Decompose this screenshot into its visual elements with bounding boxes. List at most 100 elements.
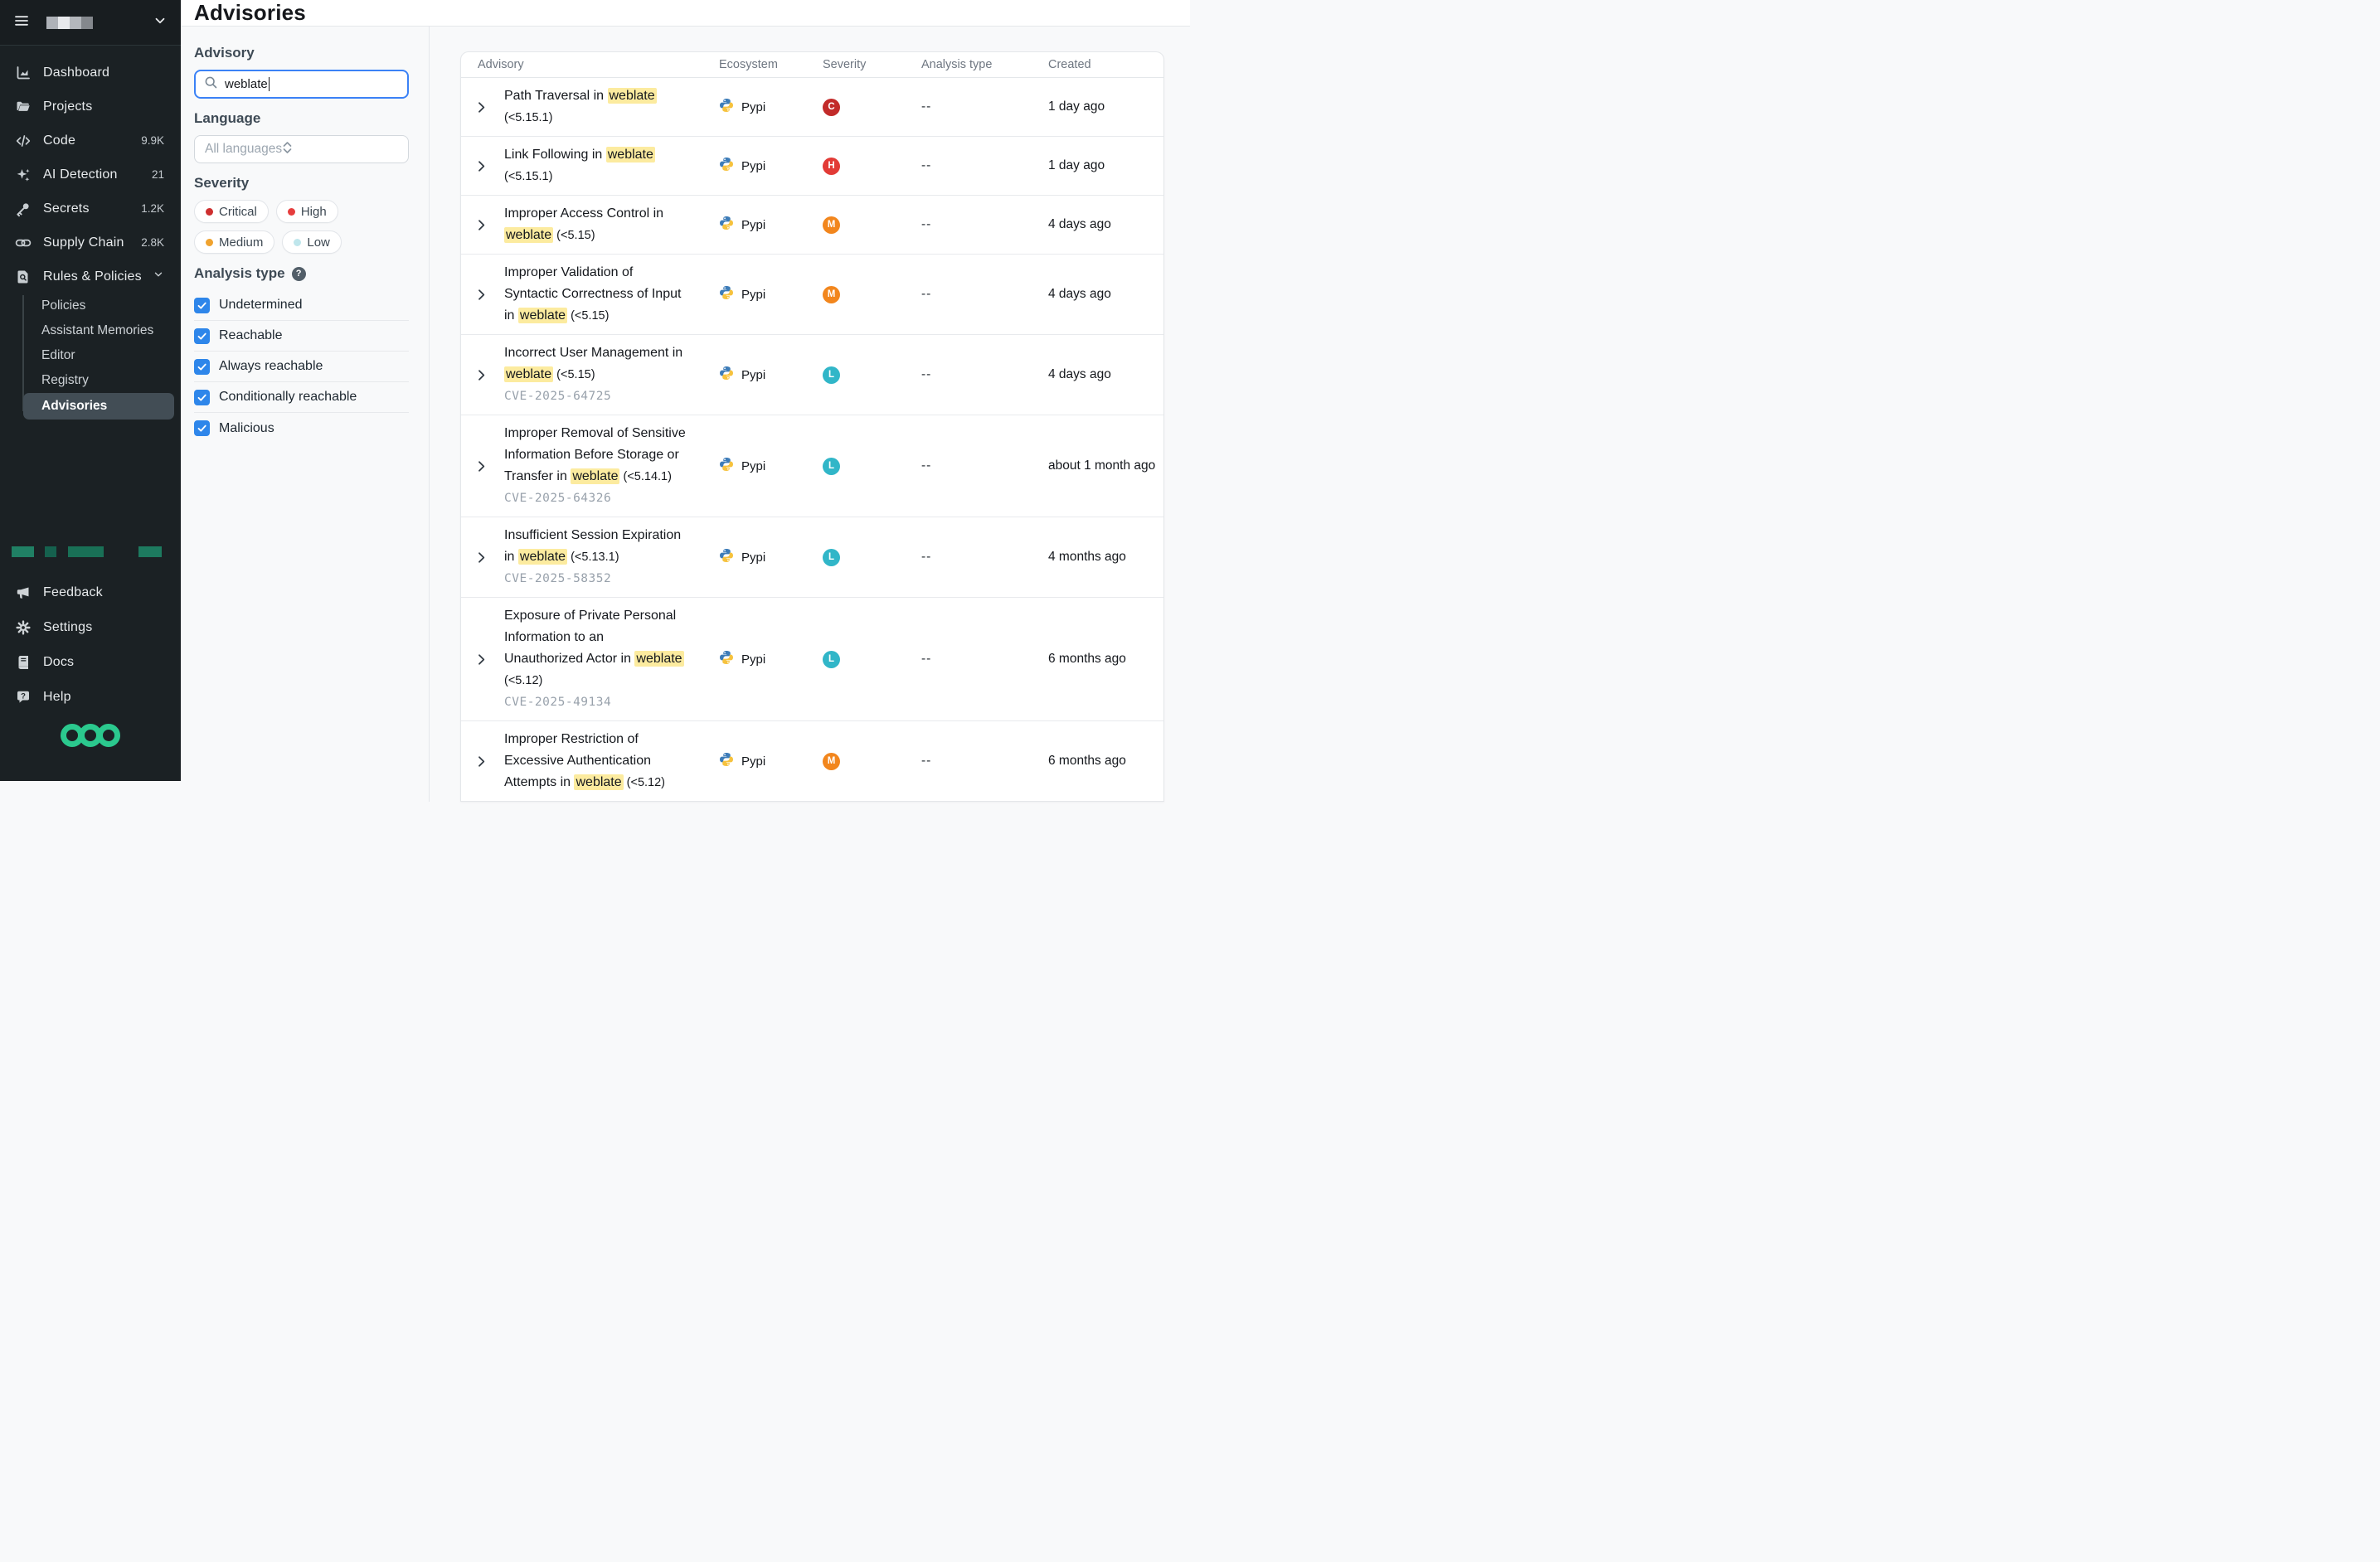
advisory-filter-label: Advisory: [194, 45, 409, 61]
severity-chip-medium[interactable]: Medium: [194, 230, 274, 254]
ecosystem-cell: Pypi: [719, 285, 823, 303]
severity-badge: C: [823, 99, 840, 116]
title-text: Information to an: [504, 630, 604, 644]
expand-chevron-icon[interactable]: [478, 460, 489, 473]
expand-chevron-icon[interactable]: [478, 551, 489, 564]
language-select[interactable]: All languages: [194, 135, 409, 163]
gear-icon: [15, 619, 32, 636]
checkbox-row-always-reachable[interactable]: Always reachable: [194, 352, 409, 382]
checkbox-row-conditionally-reachable[interactable]: Conditionally reachable: [194, 382, 409, 413]
sidebar-item-code[interactable]: Code 9.9K: [0, 124, 181, 158]
sidebar-item-assistant-memories[interactable]: Assistant Memories: [23, 318, 181, 343]
sidebar-item-docs[interactable]: Docs: [0, 645, 181, 680]
advisory-title-line: Improper Removal of Sensitive: [504, 423, 686, 444]
advisory-title[interactable]: Improper Removal of SensitiveInformation…: [504, 415, 686, 517]
version-constraint: (<5.15): [567, 309, 609, 323]
title-text: Insufficient Session Expiration: [504, 528, 681, 542]
highlighted-match: weblate: [608, 88, 657, 104]
ecosystem-cell: Pypi: [719, 752, 823, 770]
sidebar-item-help[interactable]: ? Help: [0, 680, 181, 715]
sidebar-item-advisories[interactable]: Advisories: [23, 393, 174, 420]
column-header-created[interactable]: Created: [1048, 58, 1164, 71]
sidebar-item-feedback[interactable]: Feedback: [0, 575, 181, 610]
expand-chevron-icon[interactable]: [478, 755, 489, 768]
medium-dot-icon: [206, 239, 213, 246]
sidebar-item-dashboard[interactable]: Dashboard: [0, 56, 181, 90]
severity-chip-low[interactable]: Low: [282, 230, 342, 254]
ecosystem-label: Pypi: [741, 754, 765, 769]
redacted-text: [12, 546, 181, 557]
table-row[interactable]: Improper Removal of SensitiveInformation…: [461, 415, 1163, 517]
sidebar-subitem-label: Advisories: [41, 399, 107, 414]
checkbox-checked-icon[interactable]: [194, 420, 210, 436]
sidebar-item-projects[interactable]: Projects: [0, 90, 181, 124]
table-row[interactable]: Improper Validation ofSyntactic Correctn…: [461, 255, 1163, 335]
advisory-title[interactable]: Incorrect User Management inweblate (<5.…: [504, 335, 682, 415]
checkbox-checked-icon[interactable]: [194, 328, 210, 344]
column-header-advisory[interactable]: Advisory: [461, 58, 719, 71]
sidebar-item-supply-chain[interactable]: Supply Chain 2.8K: [0, 226, 181, 260]
sidebar-item-secrets[interactable]: Secrets 1.2K: [0, 192, 181, 226]
table-row[interactable]: Incorrect User Management inweblate (<5.…: [461, 335, 1163, 415]
sidebar-item-rules-policies[interactable]: Rules & Policies: [0, 260, 181, 293]
advisory-title-line: Information Before Storage or: [504, 444, 686, 466]
checkbox-checked-icon[interactable]: [194, 390, 210, 405]
table-row[interactable]: Link Following in weblate(<5.15.1)PypiH-…: [461, 137, 1163, 196]
expand-chevron-icon[interactable]: [478, 653, 489, 666]
advisory-title[interactable]: Link Following in weblate(<5.15.1): [504, 137, 655, 195]
advisory-title-line: (<5.15.1): [504, 166, 655, 187]
expand-chevron-icon[interactable]: [478, 160, 489, 172]
advisory-title-line: Exposure of Private Personal: [504, 605, 684, 627]
svg-text:?: ?: [21, 691, 26, 701]
checkbox-checked-icon[interactable]: [194, 298, 210, 313]
hamburger-menu-icon[interactable]: [13, 12, 30, 33]
help-icon[interactable]: ?: [292, 267, 306, 281]
severity-badge: L: [823, 549, 840, 566]
expand-chevron-icon[interactable]: [478, 101, 489, 114]
analysis-type-cell: --: [921, 287, 1048, 302]
advisory-title[interactable]: Path Traversal in weblate(<5.15.1): [504, 78, 657, 136]
sidebar-item-settings[interactable]: Settings: [0, 610, 181, 645]
version-constraint: (<5.15): [553, 368, 595, 381]
advisory-title-line: Link Following in weblate: [504, 144, 655, 166]
ecosystem-label: Pypi: [741, 459, 765, 473]
advisory-title[interactable]: Improper Restriction ofExcessive Authent…: [504, 721, 665, 801]
column-header-severity[interactable]: Severity: [823, 58, 921, 71]
expand-chevron-icon[interactable]: [478, 219, 489, 231]
table-row[interactable]: Improper Access Control inweblate (<5.15…: [461, 196, 1163, 255]
sidebar-nav: Dashboard Projects Code 9.9K AI Detectio…: [0, 46, 181, 420]
checkbox-row-reachable[interactable]: Reachable: [194, 321, 409, 352]
severity-badge: L: [823, 651, 840, 668]
checkbox-row-undetermined[interactable]: Undetermined: [194, 290, 409, 321]
advisory-title[interactable]: Exposure of Private Personal Information …: [504, 598, 684, 720]
org-switcher-chevron-icon[interactable]: [153, 13, 168, 32]
severity-chip-high[interactable]: High: [276, 200, 338, 223]
sidebar-item-registry[interactable]: Registry: [23, 368, 181, 393]
advisory-title[interactable]: Improper Access Control inweblate (<5.15…: [504, 196, 663, 254]
checkbox-checked-icon[interactable]: [194, 359, 210, 375]
table-row[interactable]: Insufficient Session Expiration in weblat…: [461, 517, 1163, 598]
checkbox-row-malicious[interactable]: Malicious: [194, 413, 409, 444]
advisory-title-line: Improper Validation of: [504, 262, 681, 284]
severity-chip-critical[interactable]: Critical: [194, 200, 269, 223]
advisory-title[interactable]: Improper Validation ofSyntactic Correctn…: [504, 255, 681, 334]
advisory-title[interactable]: Insufficient Session Expiration in weblat…: [504, 517, 681, 597]
advisory-search-input[interactable]: weblate: [194, 70, 409, 99]
table-row[interactable]: Path Traversal in weblate(<5.15.1)PypiC-…: [461, 78, 1163, 137]
column-header-analysis-type[interactable]: Analysis type: [921, 58, 1048, 71]
created-cell: about 1 month ago: [1048, 458, 1164, 473]
column-header-ecosystem[interactable]: Ecosystem: [719, 58, 823, 71]
table-row[interactable]: Improper Restriction ofExcessive Authent…: [461, 721, 1163, 801]
expand-chevron-icon[interactable]: [478, 289, 489, 301]
sidebar-item-label: Settings: [43, 620, 92, 635]
title-text: Improper Access Control in: [504, 206, 663, 221]
expand-chevron-icon[interactable]: [478, 369, 489, 381]
org-logo-redacted: [46, 17, 93, 29]
sidebar-item-editor[interactable]: Editor: [23, 343, 181, 368]
ecosystem-label: Pypi: [741, 288, 765, 302]
sidebar-item-ai-detection[interactable]: AI Detection 21: [0, 158, 181, 192]
sidebar-item-policies[interactable]: Policies: [23, 293, 181, 318]
advisory-title-line: in weblate (<5.13.1): [504, 546, 681, 568]
table-row[interactable]: Exposure of Private Personal Information …: [461, 598, 1163, 721]
analysis-type-cell: --: [921, 458, 1048, 473]
